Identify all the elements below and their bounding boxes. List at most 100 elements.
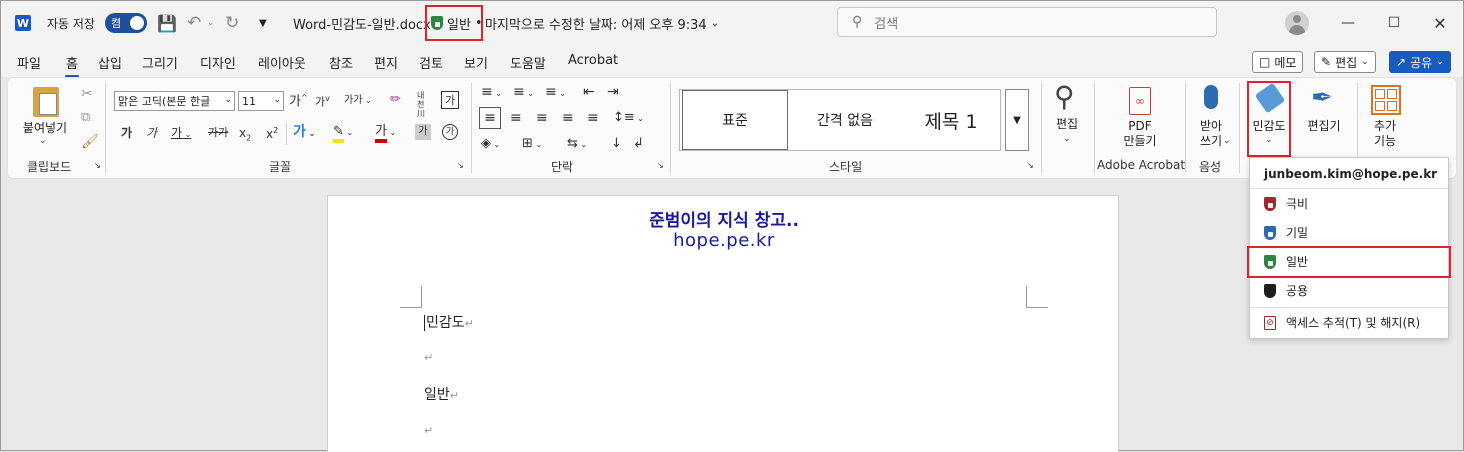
shrink-font-icon[interactable]: 가v — [315, 95, 330, 108]
styles-launcher-icon[interactable]: ↘ — [1027, 162, 1034, 170]
document-filename[interactable]: Word-민감도-일반.docx — [293, 1, 431, 45]
undo-dropdown-icon[interactable]: ⌄ — [207, 1, 215, 45]
tab-review[interactable]: 검토 — [419, 53, 443, 72]
style-heading-1[interactable]: 제목 1 — [902, 90, 1000, 150]
phonetic-guide-icon[interactable]: 내천 川 — [417, 91, 431, 118]
autosave-toggle[interactable]: 켬 — [105, 13, 147, 33]
paragraph[interactable]: ↵ — [424, 422, 433, 438]
tab-file[interactable]: 파일 — [17, 53, 41, 72]
borders-icon[interactable]: ⊞ ⌄ — [522, 137, 542, 150]
chevron-down-icon[interactable]: ⌄ — [1265, 136, 1273, 145]
justify-icon[interactable]: ≡ — [562, 111, 574, 125]
multilevel-list-icon[interactable]: ≡ ⌄ — [545, 85, 566, 99]
bold-icon[interactable]: 가 — [121, 127, 132, 139]
minimize-icon[interactable]: — — [1325, 1, 1371, 45]
style-normal[interactable]: 표준 — [682, 90, 788, 150]
copy-icon[interactable]: ⧉ — [81, 111, 90, 124]
enclosed-character-icon[interactable]: 가 — [441, 91, 459, 109]
highlight-icon[interactable]: ✎ ⌄ — [333, 124, 353, 143]
tab-insert[interactable]: 삽입 — [98, 53, 122, 72]
sensitivity-option-highly-confidential[interactable]: 극비 — [1250, 189, 1448, 218]
text-effects-icon[interactable]: 가 ⌄ — [293, 125, 315, 139]
sensitivity-option-public[interactable]: 공용 — [1250, 276, 1448, 305]
font-size-select[interactable]: 11 ⌄ — [238, 91, 284, 111]
microphone-icon[interactable] — [1204, 85, 1218, 109]
style-no-spacing[interactable]: 간격 없음 — [790, 90, 900, 150]
increase-indent-icon[interactable]: ⇥ — [607, 85, 619, 99]
editing-label[interactable]: 편집 — [1049, 117, 1085, 132]
tab-references[interactable]: 참조 — [329, 53, 353, 72]
paragraph-marks-icon[interactable]: ↲ — [633, 137, 644, 150]
paste-icon[interactable] — [33, 87, 59, 117]
close-icon[interactable]: ✕ — [1417, 1, 1463, 45]
redo-icon[interactable]: ↻ — [225, 1, 239, 45]
create-pdf-label-2[interactable]: 만들기 — [1115, 134, 1165, 149]
change-case-icon[interactable]: 가가 ⌄ — [344, 96, 372, 106]
editing-mode-button[interactable]: ✎ 편집 ⌄ — [1314, 51, 1376, 73]
share-button[interactable]: ↗ 공유 ⌄ — [1389, 51, 1451, 73]
font-launcher-icon[interactable]: ↘ — [457, 162, 464, 170]
text-direction-icon[interactable]: ⇆ ⌄ — [567, 137, 587, 150]
save-icon[interactable]: 💾 — [157, 1, 177, 45]
tab-draw[interactable]: 그리기 — [142, 53, 178, 72]
paragraph[interactable]: 일반↵ — [424, 384, 459, 404]
tab-mailings[interactable]: 편지 — [374, 53, 398, 72]
strikethrough-icon[interactable]: 가가 — [208, 127, 228, 138]
undo-icon[interactable]: ↶ — [187, 1, 201, 45]
superscript-icon[interactable]: x2 — [266, 127, 278, 141]
tab-view[interactable]: 보기 — [464, 53, 488, 72]
editor-label[interactable]: 편집기 — [1301, 119, 1347, 134]
pdf-icon[interactable]: ∞ — [1129, 87, 1151, 115]
align-center-icon[interactable]: ≡ — [510, 111, 522, 125]
clear-formatting-icon[interactable]: ✏ — [390, 93, 401, 106]
paste-label[interactable]: 붙여넣기 — [19, 121, 71, 136]
shading-icon[interactable]: ◈ ⌄ — [481, 137, 500, 150]
tab-help[interactable]: 도움말 — [510, 53, 546, 72]
distributed-icon[interactable]: ≡ — [587, 111, 599, 125]
maximize-icon[interactable]: ☐ — [1371, 1, 1417, 45]
find-icon[interactable]: ⚲ — [1054, 83, 1075, 111]
add-ins-label-1[interactable]: 추가 — [1367, 119, 1403, 134]
bullets-icon[interactable]: ≡ ⌄ — [481, 85, 502, 99]
dictate-label-1[interactable]: 받아 — [1193, 119, 1229, 134]
document-page[interactable]: 준범이의 지식 창고.. hope.pe.kr 민감도↵ ↵ 일반↵ ↵ — [327, 195, 1119, 452]
styles-more-button[interactable]: ▼ — [1005, 89, 1029, 151]
comments-button[interactable]: □ 메모 — [1252, 51, 1304, 73]
italic-icon[interactable]: 가 — [146, 127, 157, 139]
character-shading-icon[interactable]: 가 — [415, 124, 431, 140]
underline-icon[interactable]: 가 ⌄ — [171, 127, 191, 139]
tab-acrobat[interactable]: Acrobat — [568, 53, 618, 68]
cut-icon[interactable]: ✂ — [81, 87, 93, 101]
paragraph[interactable]: 민감도↵ — [424, 312, 474, 332]
sensitivity-option-confidential[interactable]: 기밀 — [1250, 218, 1448, 247]
font-color-icon[interactable]: 가 ⌄ — [375, 124, 396, 143]
customize-qat-icon[interactable]: ▼ — [259, 1, 267, 45]
subscript-icon[interactable]: x2 — [239, 127, 251, 142]
font-name-select[interactable]: 맑은 고딕(본문 한글 ⌄ — [114, 91, 235, 111]
clipboard-launcher-icon[interactable]: ↘ — [94, 162, 101, 170]
last-modified[interactable]: 마지막으로 수정한 날짜: 어제 오후 9:34 ⌄ — [485, 1, 719, 45]
numbering-icon[interactable]: ≡ ⌄ — [513, 85, 534, 99]
tab-design[interactable]: 디자인 — [200, 53, 236, 72]
add-ins-label-2[interactable]: 기능 — [1367, 134, 1403, 149]
align-left-icon[interactable]: ≡ — [479, 107, 501, 129]
track-revoke-access-item[interactable]: ⊘ 액세스 추적(T) 및 해지(R) — [1250, 308, 1448, 337]
sensitivity-button-label[interactable]: 민감도 — [1249, 119, 1289, 134]
tab-home[interactable]: 홈 — [65, 53, 79, 78]
format-painter-icon[interactable]: 🖌 — [81, 135, 99, 149]
align-right-icon[interactable]: ≡ — [536, 111, 548, 125]
search-box[interactable]: ⚲ 검색 — [837, 7, 1217, 37]
enclose-circle-icon[interactable]: 가 — [442, 124, 458, 140]
chevron-down-icon[interactable]: ⌄ — [39, 137, 47, 146]
chevron-down-icon[interactable]: ⌄ — [1223, 137, 1231, 146]
paragraph-launcher-icon[interactable]: ↘ — [657, 162, 664, 170]
editor-pen-icon[interactable]: ✒ — [1311, 85, 1333, 111]
line-spacing-icon[interactable]: ↕≡ ⌄ — [613, 111, 644, 124]
sort-icon[interactable]: ↓ — [611, 137, 622, 150]
paragraph[interactable]: ↵ — [424, 349, 433, 365]
add-ins-icon[interactable] — [1371, 85, 1401, 115]
create-pdf-label-1[interactable]: PDF — [1115, 119, 1165, 134]
sensitivity-title-label[interactable]: 일반 • — [431, 1, 483, 45]
decrease-indent-icon[interactable]: ⇤ — [583, 85, 595, 99]
chevron-down-icon[interactable]: ⌄ — [1063, 135, 1071, 144]
